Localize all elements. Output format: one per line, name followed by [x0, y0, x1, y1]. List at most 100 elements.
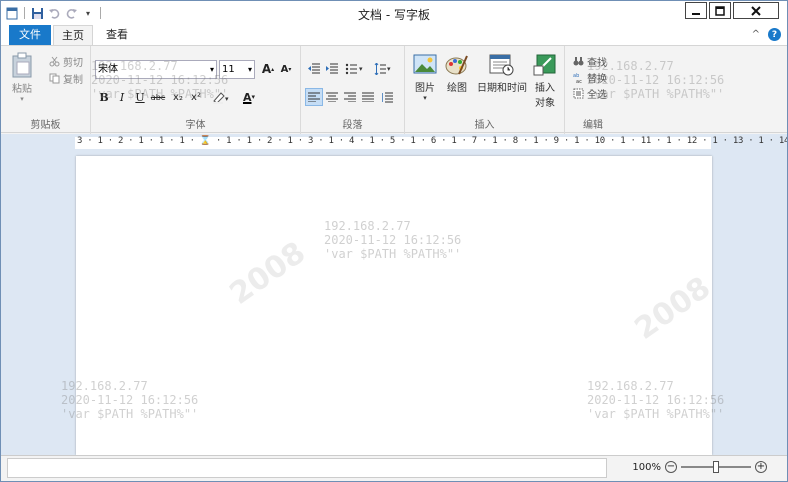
chevron-down-icon: ▾: [251, 93, 256, 101]
find-label: 查找: [587, 58, 607, 69]
zoom-out-button[interactable]: −: [665, 461, 677, 473]
align-left-button[interactable]: [305, 88, 323, 106]
paste-dropdown-icon: ▾: [20, 95, 24, 103]
status-panel: [7, 458, 607, 478]
paste-label: 粘贴: [12, 84, 32, 95]
binoculars-icon: [573, 57, 584, 66]
cut-button[interactable]: 剪切: [49, 54, 83, 69]
replace-button[interactable]: ab ac 替换: [573, 70, 607, 85]
tab-home[interactable]: 主页: [53, 25, 93, 45]
shrink-font-label: A: [280, 63, 289, 75]
editing-group-label: 编辑: [583, 120, 603, 131]
align-right-icon: [344, 92, 356, 102]
quick-access-toolbar: ▾: [5, 4, 103, 22]
italic-button[interactable]: I: [113, 88, 131, 106]
horizontal-ruler[interactable]: 3 · 1 · 2 · 1 · 1 · 1 · ⌛ · 1 · 1 · 2 · …: [75, 136, 787, 149]
font-color-label: A: [242, 90, 252, 104]
ribbon-tab-bar: 文件 主页 查看 ^ ?: [1, 25, 787, 45]
font-color-button[interactable]: A ▾: [237, 88, 261, 106]
grow-font-label: A: [261, 62, 272, 76]
window-controls: [685, 2, 779, 19]
align-left-icon: [308, 92, 320, 102]
justify-icon: [362, 92, 374, 102]
paragraph-dialog-button[interactable]: [379, 88, 397, 106]
strikethrough-button[interactable]: abc: [149, 88, 167, 106]
copy-label: 复制: [63, 75, 83, 86]
datetime-button[interactable]: 日期和时间: [475, 54, 529, 94]
font-group: 宋体 ▾ 11 ▾ A ▴ A ▾ B I U abc x₂ x² ▾ A ▾ 字体: [91, 46, 301, 134]
copy-button[interactable]: 复制: [49, 71, 83, 86]
picture-label: 图片: [415, 83, 435, 94]
list-button[interactable]: ▾: [343, 60, 367, 78]
window-title: 文档 - 写字板: [358, 8, 430, 22]
wordpad-window: ▾ 文档 - 写字板 文件 主页 查看 ^ ? 粘贴 ▾ 剪切 复制 剪贴板 宋…: [0, 0, 788, 482]
highlighter-icon: ▾: [213, 92, 229, 104]
paragraph-icon: [382, 92, 393, 103]
highlight-button[interactable]: ▾: [209, 88, 233, 106]
calendar-clock-icon: [489, 54, 514, 76]
line-spacing-button[interactable]: ▾: [371, 60, 395, 78]
svg-text:▾: ▾: [387, 65, 391, 73]
separator: [24, 7, 25, 19]
decrease-indent-button[interactable]: [305, 60, 323, 78]
copy-icon: [49, 73, 60, 84]
find-button[interactable]: 查找: [573, 54, 607, 69]
close-button[interactable]: [733, 2, 779, 19]
picture-icon: [413, 54, 437, 74]
app-icon[interactable]: [5, 6, 19, 20]
paste-icon: [12, 52, 32, 78]
select-all-label: 全选: [587, 90, 607, 101]
zoom-in-button[interactable]: +: [755, 461, 767, 473]
separator: [100, 7, 101, 19]
bold-button[interactable]: B: [95, 88, 113, 106]
paint-drawing-button[interactable]: 绘图: [443, 54, 471, 94]
paragraph-group-label: 段落: [342, 120, 363, 131]
chevron-down-icon: ▾: [209, 65, 214, 74]
svg-text:▾: ▾: [359, 65, 363, 73]
ruler-scale: 3 · 1 · 2 · 1 · 1 · 1 · ⌛ · 1 · 1 · 2 · …: [77, 136, 787, 146]
zoom-slider-thumb[interactable]: [713, 461, 719, 473]
justify-button[interactable]: [359, 88, 377, 106]
grow-font-button[interactable]: A ▴: [259, 60, 277, 78]
editing-group: 查找 ab ac 替换 全选 编辑: [565, 46, 621, 134]
font-family-select[interactable]: 宋体 ▾: [95, 60, 217, 79]
chevron-down-icon: ▾: [247, 65, 252, 74]
customize-qat-icon[interactable]: ▾: [81, 6, 95, 20]
save-icon[interactable]: [30, 6, 44, 20]
zoom-slider[interactable]: [681, 461, 751, 473]
document-page[interactable]: [76, 156, 712, 455]
select-all-button[interactable]: 全选: [573, 86, 607, 101]
ruler-area: 3 · 1 · 2 · 1 · 1 · 1 · ⌛ · 1 · 1 · 2 · …: [1, 134, 787, 152]
help-icon[interactable]: ?: [768, 28, 781, 41]
tab-view[interactable]: 查看: [97, 25, 137, 45]
paste-button[interactable]: 粘贴 ▾: [9, 52, 35, 103]
redo-icon[interactable]: [64, 6, 78, 20]
increase-indent-button[interactable]: [323, 60, 341, 78]
line-spacing-icon: ▾: [374, 63, 391, 75]
shrink-font-button[interactable]: A ▾: [277, 60, 295, 78]
datetime-label: 日期和时间: [477, 83, 527, 94]
picture-button[interactable]: 图片 ▾: [411, 54, 439, 102]
zoom-control: 100% − +: [632, 461, 767, 473]
collapse-ribbon-icon[interactable]: ^: [752, 29, 760, 40]
maximize-button[interactable]: [709, 2, 731, 19]
align-right-button[interactable]: [341, 88, 359, 106]
superscript-button[interactable]: x²: [187, 88, 205, 106]
paint-label: 绘图: [447, 83, 467, 94]
scissors-icon: [49, 56, 60, 67]
insert-object-label-1: 插入: [535, 83, 555, 94]
title-bar: ▾ 文档 - 写字板: [1, 1, 787, 25]
insert-object-button[interactable]: 插入 对象: [531, 54, 559, 109]
clipboard-group-label: 剪贴板: [30, 120, 61, 131]
minimize-button[interactable]: [685, 2, 707, 19]
subscript-button[interactable]: x₂: [169, 88, 187, 106]
font-group-label: 字体: [185, 120, 206, 131]
undo-icon[interactable]: [47, 6, 61, 20]
svg-text:▾: ▾: [225, 95, 229, 103]
bullet-list-icon: ▾: [345, 63, 363, 75]
svg-text:ac: ac: [576, 79, 582, 83]
align-center-button[interactable]: [323, 88, 341, 106]
font-size-select[interactable]: 11 ▾: [219, 60, 255, 79]
underline-button[interactable]: U: [131, 88, 149, 106]
tab-file[interactable]: 文件: [9, 25, 51, 45]
